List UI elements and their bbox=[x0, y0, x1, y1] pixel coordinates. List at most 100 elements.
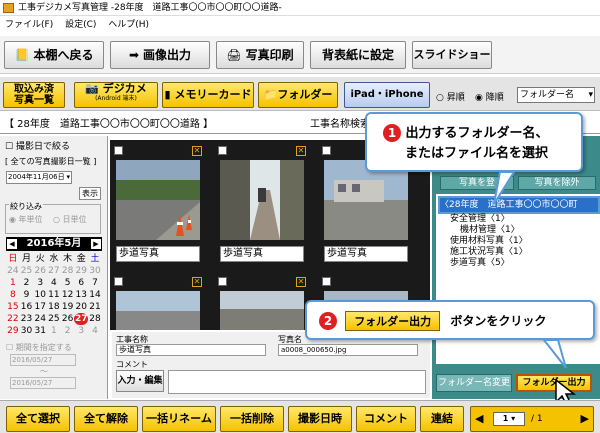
photo-caption[interactable]: 歩道写真 bbox=[116, 246, 200, 262]
calendar-day[interactable]: 29 bbox=[74, 265, 88, 277]
page-select[interactable]: 1 ▾ bbox=[493, 412, 525, 426]
calendar-day[interactable]: 1 bbox=[47, 325, 61, 337]
filter-by-date-checkbox[interactable]: ☐ 撮影日で絞る bbox=[5, 139, 70, 152]
menu-help[interactable]: ヘルプ(H) bbox=[108, 20, 149, 30]
calendar-day[interactable]: 28 bbox=[88, 313, 102, 325]
bulk-delete-button[interactable]: 一括削除 bbox=[220, 406, 284, 432]
prev-page-icon[interactable]: ◀ bbox=[475, 407, 483, 431]
sort-select[interactable]: フォルダー名 ▾ bbox=[517, 87, 595, 103]
next-month-button[interactable]: ▶ bbox=[91, 239, 101, 249]
menu-settings[interactable]: 設定(C) bbox=[65, 20, 96, 30]
memory-card-button[interactable]: ▮ メモリーカード bbox=[162, 82, 254, 108]
folder-tree-item[interactable]: 使用材料写真〈1〉 bbox=[450, 236, 528, 247]
comment-button[interactable]: コメント bbox=[356, 406, 416, 432]
remove-icon[interactable]: ✕ bbox=[296, 146, 306, 156]
select-checkbox[interactable] bbox=[218, 277, 227, 286]
select-checkbox[interactable] bbox=[114, 146, 123, 155]
calendar-day[interactable]: 21 bbox=[88, 301, 102, 313]
thumbnail-card[interactable]: ✕ bbox=[216, 275, 308, 330]
folder-button[interactable]: 📁フォルダー bbox=[258, 82, 338, 108]
folder-tree-item[interactable]: 機材管理〈1〉 bbox=[450, 225, 528, 236]
calendar-day[interactable]: 30 bbox=[20, 325, 34, 337]
calendar-day[interactable]: 6 bbox=[74, 277, 88, 289]
calendar-day[interactable]: 25 bbox=[20, 265, 34, 277]
bulk-rename-button[interactable]: 一括リネーム bbox=[142, 406, 216, 432]
calendar-day[interactable]: 9 bbox=[20, 289, 34, 301]
sort-desc-radio[interactable]: ◉ 降順 bbox=[475, 90, 504, 103]
calendar-day[interactable]: 3 bbox=[74, 325, 88, 337]
calendar-day[interactable]: 3 bbox=[33, 277, 47, 289]
thumbnail-card[interactable]: ✕ 歩道写真 bbox=[112, 144, 204, 294]
calendar-day[interactable]: 23 bbox=[20, 313, 34, 325]
prev-month-button[interactable]: ◀ bbox=[7, 239, 17, 249]
folder-tree-item[interactable]: 施工状況写真〈1〉 bbox=[450, 247, 528, 258]
work-name-field[interactable]: 歩道写真 bbox=[116, 344, 266, 356]
shoot-date-button[interactable]: 撮影日時 bbox=[288, 406, 352, 432]
calendar-day[interactable]: 25 bbox=[47, 313, 61, 325]
remove-icon[interactable]: ✕ bbox=[192, 277, 202, 287]
calendar-day[interactable]: 24 bbox=[33, 313, 47, 325]
calendar-day[interactable]: 15 bbox=[6, 301, 20, 313]
show-button[interactable]: 表示 bbox=[79, 187, 101, 200]
thumbnail-card[interactable]: ✕ 歩道写真 bbox=[216, 144, 308, 294]
calendar-day[interactable]: 29 bbox=[6, 325, 20, 337]
calendar-day[interactable]: 13 bbox=[74, 289, 88, 301]
image-export-button[interactable]: ➡ 画像出力 bbox=[110, 41, 210, 69]
calendar-day[interactable]: 20 bbox=[74, 301, 88, 313]
rename-folder-button[interactable]: フォルダー名変更 bbox=[436, 374, 512, 392]
date-select[interactable]: 2004年11月06日 ▾ bbox=[6, 171, 72, 184]
calendar-day[interactable]: 4 bbox=[47, 277, 61, 289]
range-from-field[interactable]: 2016/05/27 bbox=[10, 354, 76, 366]
photo-caption[interactable]: 歩道写真 bbox=[324, 246, 408, 262]
photo-caption[interactable]: 歩道写真 bbox=[220, 246, 304, 262]
set-spine-button[interactable]: 背表紙に設定 bbox=[310, 41, 406, 69]
calendar-day[interactable]: 22 bbox=[6, 313, 20, 325]
remove-icon[interactable]: ✕ bbox=[192, 146, 202, 156]
calendar-day[interactable]: 18 bbox=[47, 301, 61, 313]
select-checkbox[interactable] bbox=[322, 277, 331, 286]
back-to-shelf-button[interactable]: 📒 本棚へ戻る bbox=[4, 41, 104, 69]
join-button[interactable]: 連結 bbox=[420, 406, 464, 432]
calendar-day[interactable]: 19 bbox=[61, 301, 75, 313]
menu-file[interactable]: ファイル(F) bbox=[5, 20, 53, 30]
select-checkbox[interactable] bbox=[322, 146, 331, 155]
calendar-day[interactable]: 16 bbox=[20, 301, 34, 313]
calendar-day[interactable]: 10 bbox=[33, 289, 47, 301]
calendar-day[interactable]: 7 bbox=[88, 277, 102, 289]
slideshow-button[interactable]: スライドショー bbox=[412, 41, 492, 69]
imported-list-button[interactable]: 取込み済 写真一覧 bbox=[3, 82, 65, 108]
calendar-day[interactable]: 8 bbox=[6, 289, 20, 301]
calendar-day[interactable]: 30 bbox=[88, 265, 102, 277]
comment-field[interactable] bbox=[168, 370, 426, 394]
ipad-iphone-button[interactable]: iPad・iPhone bbox=[344, 82, 430, 108]
calendar-day[interactable]: 5 bbox=[61, 277, 75, 289]
range-to-field[interactable]: 2016/05/27 bbox=[10, 377, 76, 389]
by-day-radio[interactable]: ○ 日単位 bbox=[53, 214, 87, 225]
by-month-radio[interactable]: ◉ 年単位 bbox=[9, 214, 43, 225]
select-checkbox[interactable] bbox=[114, 277, 123, 286]
select-all-button[interactable]: 全て選択 bbox=[6, 406, 70, 432]
remove-icon[interactable]: ✕ bbox=[296, 277, 306, 287]
folder-tree-item[interactable]: 安全管理〈1〉 bbox=[450, 214, 528, 225]
digicam-button[interactable]: 📷 デジカメ (Android 端末) bbox=[74, 82, 158, 108]
photo-print-button[interactable]: 🖨 写真印刷 bbox=[216, 41, 304, 69]
calendar-day[interactable]: 24 bbox=[6, 265, 20, 277]
calendar-day[interactable]: 2 bbox=[61, 325, 75, 337]
file-name-field[interactable]: a0008_000650.jpg bbox=[278, 344, 418, 356]
date-range-checkbox[interactable]: ☐ 期間を指定する bbox=[6, 342, 72, 353]
calendar-day[interactable]: 4 bbox=[88, 325, 102, 337]
calendar-day[interactable]: 12 bbox=[61, 289, 75, 301]
folder-tree-item[interactable]: 歩道写真〈5〉 bbox=[450, 258, 528, 269]
calendar-day[interactable]: 31 bbox=[33, 325, 47, 337]
thumbnail-card[interactable]: ✕ bbox=[112, 275, 204, 330]
edit-button[interactable]: 入力・編集 bbox=[116, 370, 164, 392]
calendar-day[interactable]: 27 bbox=[47, 265, 61, 277]
select-checkbox[interactable] bbox=[218, 146, 227, 155]
next-page-icon[interactable]: ▶ bbox=[581, 407, 589, 431]
calendar-day[interactable]: 14 bbox=[88, 289, 102, 301]
calendar-day[interactable]: 2 bbox=[20, 277, 34, 289]
calendar-day[interactable]: 1 bbox=[6, 277, 20, 289]
sort-asc-radio[interactable]: ○ 昇順 bbox=[436, 90, 465, 103]
calendar-day[interactable]: 11 bbox=[47, 289, 61, 301]
calendar-day[interactable]: 28 bbox=[61, 265, 75, 277]
